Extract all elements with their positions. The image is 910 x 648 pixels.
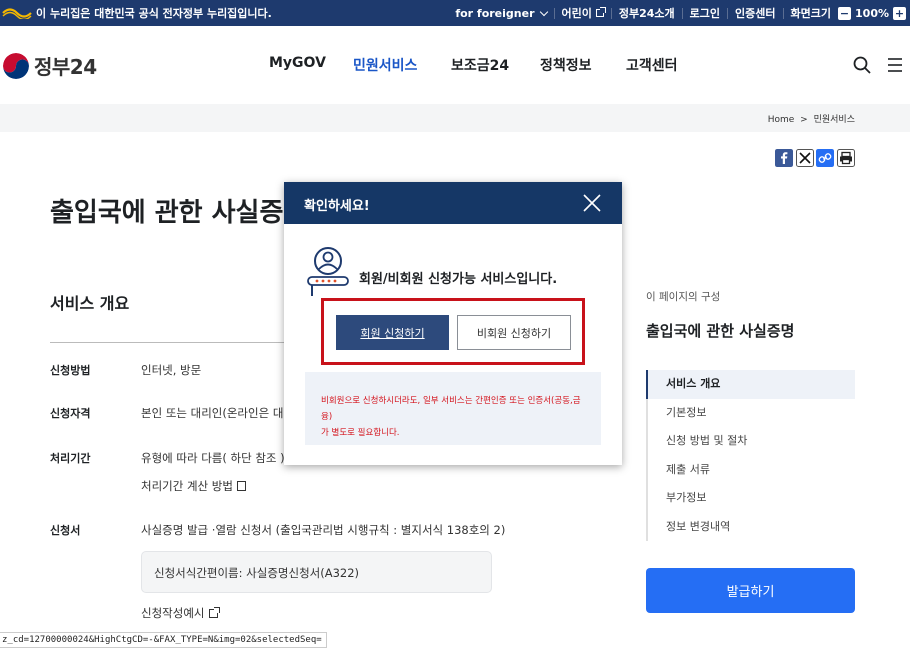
external-link-icon — [595, 7, 606, 17]
copy-link-icon[interactable] — [816, 149, 834, 167]
about-gov24-link[interactable]: 정부24소개 — [612, 5, 682, 21]
toc-caption: 이 페이지의 구성 — [646, 291, 721, 303]
toc-item-overview[interactable]: 서비스 개요 — [646, 370, 855, 399]
toc-title: 출입국에 관한 사실증명 — [646, 322, 795, 340]
member-apply-button[interactable]: 회원 신청하기 — [336, 315, 449, 350]
modal-title: 확인하세요! — [304, 199, 370, 214]
period-value: 유형에 따라 다름( 하단 참조 ) — [141, 451, 285, 465]
breadcrumb: Home > 민원서비스 — [768, 112, 855, 125]
x-share-icon[interactable] — [796, 149, 814, 167]
print-icon[interactable] — [837, 149, 855, 167]
login-link[interactable]: 로그인 — [683, 5, 727, 21]
copy-icon — [236, 481, 246, 491]
zoom-value: 100% — [855, 6, 889, 20]
modal-header: 확인하세요! — [284, 182, 622, 224]
nav-civil-service[interactable]: 민원서비스 — [353, 55, 417, 75]
toc-item-documents[interactable]: 제출 서류 — [646, 455, 855, 484]
breadcrumb-band: Home > 민원서비스 — [0, 104, 910, 132]
page-title: 출입국에 관한 사실증명 — [50, 198, 285, 228]
kids-link[interactable]: 어린이 — [555, 5, 611, 21]
section-title: 서비스 개요 — [50, 294, 130, 313]
nav-mygov[interactable]: MyGOV — [269, 55, 326, 71]
egov-mark-icon — [2, 8, 32, 19]
screen-size-label: 화면크기 — [790, 7, 832, 20]
status-bar-url: z_cd=12700000024&HighCtgCD=-&FAX_TYPE=N&… — [0, 632, 327, 648]
form-value: 사실증명 발급 ·열람 신청서 (출입국관리법 시행규칙 : 별지서식 138호… — [141, 523, 506, 537]
facebook-share-icon[interactable] — [775, 149, 793, 167]
method-value: 인터넷, 방문 — [141, 363, 202, 377]
period-calc-link[interactable]: 처리기간 계산 방법 — [141, 478, 246, 494]
nav-subsidy24[interactable]: 보조금24 — [451, 55, 509, 75]
breadcrumb-current[interactable]: 민원서비스 — [814, 115, 855, 125]
confirm-modal: 확인하세요! 회원/비회원 신청가능 서비스입니다. 회원 신청하기 비회원 신… — [284, 182, 622, 465]
nav-customer-center[interactable]: 고객센터 — [626, 55, 678, 75]
hamburger-menu-icon[interactable] — [887, 57, 903, 73]
form-example-link[interactable]: 신청작성예시 — [141, 605, 221, 621]
external-link-icon — [209, 607, 221, 618]
section-divider — [50, 342, 290, 343]
member-person-icon — [307, 247, 349, 296]
search-icon[interactable] — [853, 56, 871, 74]
breadcrumb-home[interactable]: Home — [768, 115, 795, 125]
for-foreigner-link[interactable]: for foreigner — [448, 7, 553, 20]
qualification-label: 신청자격 — [50, 407, 91, 420]
close-icon[interactable] — [582, 193, 602, 213]
zoom-out-button[interactable]: − — [838, 6, 852, 20]
modal-notice-text: 비회원으로 신청하시더라도, 일부 서비스는 간편인증 또는 인증서(공동,금융… — [321, 396, 581, 438]
certificate-center-link[interactable]: 인증센터 — [728, 5, 782, 21]
main-navigation: MyGOV 민원서비스 보조금24 정책정보 고객센터 — [0, 55, 910, 75]
toc-item-method[interactable]: 신청 방법 및 절차 — [646, 427, 855, 456]
toc-item-changelog[interactable]: 정보 변경내역 — [646, 512, 855, 541]
form-short-name-box: 신청서식간편이름: 사실증명신청서(A322) — [141, 551, 492, 593]
official-notice-text: 이 누리집은 대한민국 공식 전자정부 누리집입니다. — [36, 7, 272, 20]
qualification-value: 본인 또는 대리인(온라인은 대리 — [141, 406, 286, 420]
toc-item-basic-info[interactable]: 기본정보 — [646, 398, 855, 427]
table-of-contents: 서비스 개요 기본정보 신청 방법 및 절차 제출 서류 부가정보 정보 변경내… — [646, 370, 855, 541]
nav-policy-info[interactable]: 정책정보 — [540, 55, 592, 75]
chevron-down-icon — [539, 7, 548, 16]
form-label: 신청서 — [50, 524, 81, 537]
breadcrumb-separator: > — [800, 115, 808, 125]
toc-item-additional[interactable]: 부가정보 — [646, 484, 855, 513]
modal-notice-box: 비회원으로 신청하시더라도, 일부 서비스는 간편인증 또는 인증서(공동,금융… — [305, 372, 601, 445]
modal-message: 회원/비회원 신청가능 서비스입니다. — [359, 272, 558, 287]
period-label: 처리기간 — [50, 452, 91, 465]
zoom-in-button[interactable]: + — [893, 6, 906, 20]
nonmember-apply-button[interactable]: 비회원 신청하기 — [457, 315, 571, 350]
site-header: 정부24 MyGOV 민원서비스 보조금24 정책정보 고객센터 — [0, 26, 910, 104]
official-notice: 이 누리집은 대한민국 공식 전자정부 누리집입니다. — [0, 0, 272, 26]
government-notice-bar: 이 누리집은 대한민국 공식 전자정부 누리집입니다. for foreigne… — [0, 0, 910, 26]
issue-button[interactable]: 발급하기 — [646, 568, 855, 613]
method-label: 신청방법 — [50, 364, 91, 377]
